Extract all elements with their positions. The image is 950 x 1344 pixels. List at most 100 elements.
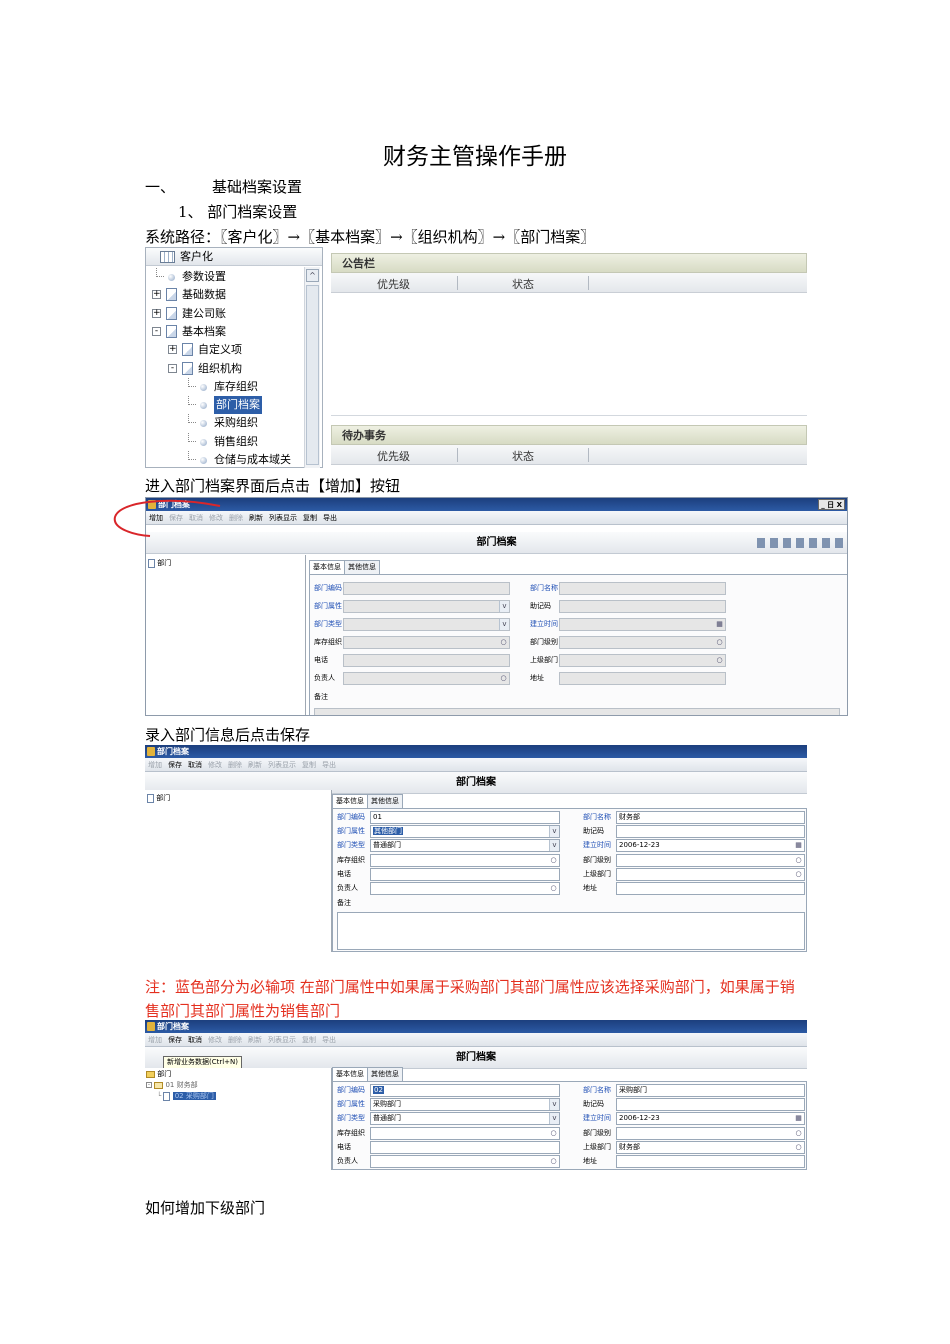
- tab-basic[interactable]: 基本信息: [332, 1067, 368, 1081]
- input-code[interactable]: [343, 582, 510, 595]
- toolbar-button[interactable]: 列表显示: [266, 511, 300, 525]
- window-controls[interactable]: _ 日 X: [818, 499, 845, 510]
- tree-item[interactable]: 参数设置: [146, 268, 304, 286]
- input-parent[interactable]: ○: [559, 654, 726, 667]
- input-level[interactable]: ○: [616, 1127, 805, 1140]
- search-icon[interactable]: ○: [715, 637, 724, 648]
- select-attr[interactable]: 采购部门 v: [370, 1098, 560, 1111]
- tree-item[interactable]: + 建公司账: [146, 305, 304, 323]
- search-icon[interactable]: ○: [794, 869, 803, 880]
- toolbar-button[interactable]: 刷新: [246, 511, 266, 525]
- search-icon[interactable]: ○: [794, 855, 803, 866]
- input-remark[interactable]: [314, 708, 840, 715]
- toolbar-button[interactable]: 取消: [185, 1033, 205, 1047]
- input-phone[interactable]: [370, 868, 560, 881]
- toolbar-button[interactable]: 保存: [165, 758, 185, 772]
- tree-item[interactable]: - 基本档案: [146, 323, 304, 341]
- input-name[interactable]: 财务部: [616, 811, 805, 824]
- input-address[interactable]: [616, 1155, 805, 1168]
- input-level[interactable]: ○: [559, 636, 726, 649]
- input-code[interactable]: 02: [370, 1084, 560, 1097]
- search-icon[interactable]: ○: [549, 883, 558, 894]
- tab-other[interactable]: 其他信息: [344, 560, 380, 574]
- calendar-icon[interactable]: ▦: [715, 619, 724, 630]
- input-level[interactable]: ○: [616, 854, 805, 867]
- tree-item[interactable]: 仓储与成本域关: [146, 451, 304, 468]
- chevron-down-icon[interactable]: v: [549, 1099, 559, 1110]
- search-icon[interactable]: ○: [549, 1128, 558, 1139]
- expand-icon[interactable]: +: [152, 290, 161, 300]
- search-icon[interactable]: ○: [549, 855, 558, 866]
- collapse-icon[interactable]: -: [146, 1082, 152, 1088]
- input-phone[interactable]: [343, 654, 510, 667]
- tab-basic[interactable]: 基本信息: [332, 794, 368, 808]
- toolbar-button[interactable]: 导出: [319, 1033, 339, 1047]
- input-parent[interactable]: ○: [616, 868, 805, 881]
- input-code[interactable]: 01: [370, 811, 560, 824]
- chevron-down-icon[interactable]: v: [549, 840, 559, 851]
- search-icon[interactable]: ○: [794, 1142, 803, 1153]
- select-type[interactable]: 普通部门 v: [370, 839, 560, 852]
- select-type[interactable]: 普通部门 v: [370, 1112, 560, 1125]
- input-parent[interactable]: 财务部 ○: [616, 1141, 805, 1154]
- toolbar-button[interactable]: 修改: [205, 1033, 225, 1047]
- expand-icon[interactable]: +: [168, 345, 177, 355]
- scroll-up-icon[interactable]: ^: [306, 269, 319, 282]
- collapse-icon[interactable]: -: [168, 363, 177, 373]
- chevron-down-icon[interactable]: v: [549, 1113, 559, 1124]
- input-remark[interactable]: [337, 912, 805, 950]
- input-manager[interactable]: ○: [370, 882, 560, 895]
- toolbar-button[interactable]: 复制: [299, 1033, 319, 1047]
- search-icon[interactable]: ○: [794, 1128, 803, 1139]
- toolbar-button[interactable]: 修改: [205, 758, 225, 772]
- toolbar-button[interactable]: 刷新: [245, 1033, 265, 1047]
- select-attr[interactable]: v: [343, 600, 510, 613]
- calendar-icon[interactable]: ▦: [794, 840, 803, 851]
- tree-item-root[interactable]: 部门: [146, 1069, 171, 1079]
- input-address[interactable]: [616, 882, 805, 895]
- select-attr[interactable]: 其他部门 v: [370, 825, 560, 838]
- toolbar-button[interactable]: 增加: [145, 758, 165, 772]
- search-icon[interactable]: ○: [499, 637, 508, 648]
- input-name[interactable]: 采购部门: [616, 1084, 805, 1097]
- tree-item[interactable]: 销售组织: [146, 432, 304, 451]
- input-manager[interactable]: ○: [343, 672, 510, 685]
- chevron-down-icon[interactable]: v: [499, 601, 509, 612]
- toolbar-button[interactable]: 导出: [319, 758, 339, 772]
- input-inv-org[interactable]: ○: [343, 636, 510, 649]
- tree-item[interactable]: 库存组织: [146, 377, 304, 396]
- tree-item[interactable]: 采购组织: [146, 414, 304, 432]
- tree-item-root[interactable]: 部门: [147, 793, 170, 803]
- input-inv-org[interactable]: ○: [370, 854, 560, 867]
- chevron-down-icon[interactable]: v: [499, 619, 509, 630]
- toolbar-button[interactable]: 刷新: [245, 758, 265, 772]
- input-mnemonic[interactable]: [559, 600, 726, 613]
- input-mnemonic[interactable]: [616, 825, 805, 838]
- notice-col-priority[interactable]: 优先级: [377, 276, 410, 292]
- calendar-icon[interactable]: ▦: [794, 1113, 803, 1124]
- header-tool-icons[interactable]: [757, 538, 843, 548]
- search-icon[interactable]: ○: [549, 1156, 558, 1167]
- input-created[interactable]: ▦: [559, 618, 726, 631]
- tree-item[interactable]: + 自定义项: [146, 341, 304, 359]
- toolbar-button[interactable]: 列表显示: [265, 1033, 299, 1047]
- toolbar-button[interactable]: 列表显示: [265, 758, 299, 772]
- input-inv-org[interactable]: ○: [370, 1127, 560, 1140]
- input-mnemonic[interactable]: [616, 1098, 805, 1111]
- input-address[interactable]: [559, 672, 726, 685]
- scroll-thumb[interactable]: [306, 285, 319, 465]
- tree-scrollbar[interactable]: ^: [304, 267, 320, 468]
- toolbar-button[interactable]: 保存: [165, 1033, 185, 1047]
- tree-item[interactable]: + 基础数据: [146, 286, 304, 304]
- input-phone[interactable]: [370, 1141, 560, 1154]
- expand-icon[interactable]: +: [152, 308, 161, 318]
- toolbar-button[interactable]: 删除: [225, 758, 245, 772]
- todo-col-priority[interactable]: 优先级: [377, 448, 410, 464]
- tree-item-finance[interactable]: - 01 财务部: [146, 1080, 198, 1090]
- toolbar-button[interactable]: 删除: [225, 1033, 245, 1047]
- tree-item-root[interactable]: 部门: [148, 558, 171, 568]
- toolbar-button[interactable]: 增加: [145, 1033, 165, 1047]
- search-icon[interactable]: ○: [499, 673, 508, 684]
- input-manager[interactable]: ○: [370, 1155, 560, 1168]
- toolbar-button[interactable]: 导出: [320, 511, 340, 525]
